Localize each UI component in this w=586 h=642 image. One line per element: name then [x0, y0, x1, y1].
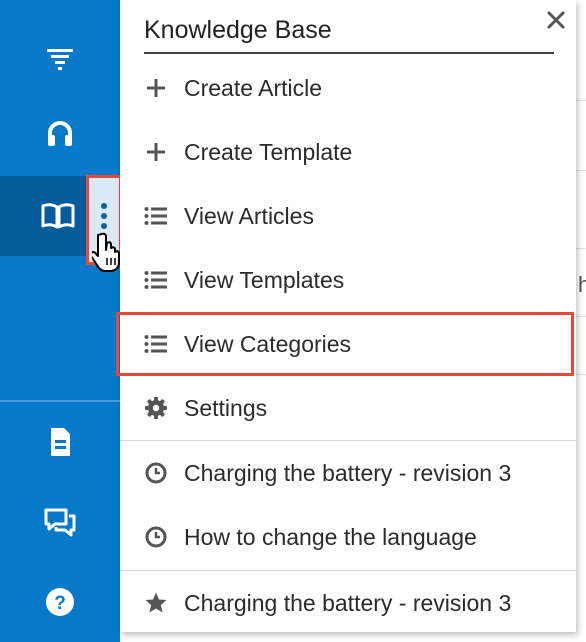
clock-icon: [144, 525, 168, 549]
menu-item-create-template[interactable]: Create Template: [120, 120, 576, 184]
list-icon: [144, 268, 168, 292]
menu-title: Knowledge Base: [144, 14, 554, 54]
close-icon: [546, 10, 566, 35]
clock-icon: [144, 461, 168, 485]
document-icon: [0, 424, 120, 460]
headset-icon: [0, 117, 120, 153]
menu-item-label: View Categories: [184, 330, 352, 357]
knowledge-base-menu: Knowledge Base Create Article Create Tem…: [116, 0, 576, 635]
menu-item-settings[interactable]: Settings: [120, 376, 576, 440]
svg-text:?: ?: [54, 593, 66, 614]
filter-nav-button[interactable]: [0, 18, 120, 98]
menu-item-view-templates[interactable]: View Templates: [120, 248, 576, 312]
menu-item-label: View Templates: [184, 266, 345, 293]
support-nav-button[interactable]: [0, 95, 120, 175]
menu-item-label: Create Article: [184, 74, 323, 101]
close-button[interactable]: [540, 6, 572, 38]
menu-item-label: Create Template: [184, 138, 353, 165]
help-nav-button[interactable]: ?: [0, 562, 120, 642]
documents-nav-button[interactable]: [0, 402, 120, 482]
menu-item-favorite[interactable]: Charging the battery - revision 3: [120, 571, 576, 635]
menu-item-recent[interactable]: Charging the battery - revision 3: [120, 441, 576, 505]
menu-item-create-article[interactable]: Create Article: [120, 56, 576, 120]
menu-item-label: How to change the language: [184, 523, 477, 550]
plus-icon: [144, 140, 168, 164]
background-text: h: [578, 272, 586, 297]
list-icon: [144, 204, 168, 228]
menu-item-view-categories[interactable]: View Categories: [116, 312, 574, 376]
nav-rail: ?: [0, 0, 120, 642]
star-icon: [144, 591, 168, 615]
filter-icon: [0, 40, 120, 76]
chat-icon: [0, 504, 120, 540]
plus-icon: [144, 76, 168, 100]
menu-item-view-articles[interactable]: View Articles: [120, 184, 576, 248]
chat-nav-button[interactable]: [0, 482, 120, 562]
menu-item-label: Settings: [184, 394, 268, 421]
menu-item-label: View Articles: [184, 202, 314, 229]
list-icon: [144, 332, 168, 356]
menu-item-recent[interactable]: How to change the language: [120, 505, 576, 569]
menu-item-label: Charging the battery - revision 3: [184, 589, 512, 616]
help-icon: ?: [0, 584, 120, 620]
menu-item-label: Charging the battery - revision 3: [184, 459, 512, 486]
gear-icon: [144, 396, 168, 420]
